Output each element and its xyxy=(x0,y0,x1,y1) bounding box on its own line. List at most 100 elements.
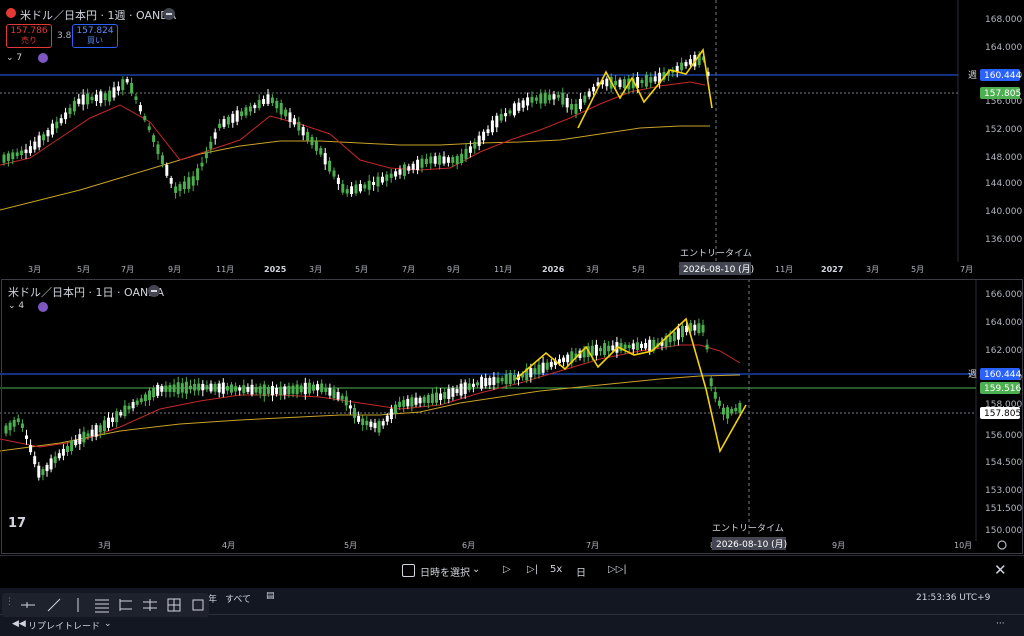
weekly-candle-body xyxy=(345,189,349,194)
pitchfork-icon[interactable] xyxy=(118,597,134,613)
play-icon[interactable]: ▷ xyxy=(503,564,511,575)
buy-price: 157.824 xyxy=(76,26,114,36)
daily-time-tick: 5月 xyxy=(344,541,357,550)
weekly-candle-body xyxy=(248,106,252,112)
weekly-candle-body xyxy=(218,123,222,129)
range-all-button[interactable]: すべて xyxy=(225,592,251,605)
weekly-collapse-button[interactable] xyxy=(163,8,175,20)
daily-candle-body xyxy=(353,408,356,418)
daily-candle-body xyxy=(418,397,422,404)
select-date-button[interactable]: 日時を選択 xyxy=(420,564,470,579)
weekly-candle-body xyxy=(446,157,450,163)
daily-candle-body xyxy=(184,381,188,394)
date-price-range-icon[interactable] xyxy=(166,597,182,613)
daily-candle-body xyxy=(512,375,516,381)
daily-candle-body xyxy=(37,465,41,478)
horizontal-ray-icon[interactable] xyxy=(20,597,36,613)
vertical-line-icon[interactable] xyxy=(70,597,86,613)
rewind-icon[interactable]: ◀◀ xyxy=(12,619,26,629)
daily-candle-body xyxy=(726,407,730,419)
rectangle-icon[interactable] xyxy=(190,597,206,613)
close-icon[interactable]: ✕ xyxy=(994,561,1007,579)
weekly-time-tick: 7月 xyxy=(402,265,415,274)
weekly-candle-body xyxy=(94,94,98,102)
weekly-price-axis: 168.000164.000160.000156.000152.000148.0… xyxy=(985,15,1022,245)
buy-label: 買い xyxy=(87,36,103,45)
daily-candle-body xyxy=(4,425,8,434)
drag-handle-icon[interactable]: ⋮ xyxy=(5,597,21,613)
weekly-candle-body xyxy=(174,186,178,193)
weekly-candle-body xyxy=(112,87,116,98)
weekly-symbol-title[interactable]: 米ドル／日本円 · 1週 · OANDA xyxy=(20,7,176,23)
sync-icon[interactable] xyxy=(38,302,48,312)
daily-time-tick: 3月 xyxy=(98,541,111,550)
daily-indicators-toggle[interactable]: ⌄ 4 xyxy=(8,301,24,311)
weekly-candle-body xyxy=(455,156,459,164)
clock-display[interactable]: 21:53:36 UTC+9 xyxy=(916,593,990,603)
daily-candle-body xyxy=(562,357,566,363)
weekly-price-tick: 144.000 xyxy=(985,179,1022,189)
weekly-candle-body xyxy=(332,170,336,177)
jump-to-realtime-icon[interactable]: ▷▷| xyxy=(608,564,627,575)
calendar-icon[interactable] xyxy=(402,564,415,577)
weekly-time-tick: 7月 xyxy=(121,265,134,274)
trend-line-icon[interactable] xyxy=(46,597,62,613)
daily-symbol-title[interactable]: 米ドル／日本円 · 1日 · OANDA xyxy=(8,284,164,300)
weekly-candle-body xyxy=(152,135,156,143)
speed-button[interactable]: 5x xyxy=(550,564,562,575)
daily-candle-body xyxy=(504,374,508,384)
weekly-entry-date: 2026-08-10 (月) xyxy=(683,264,754,275)
daily-candle-body xyxy=(12,420,16,427)
weekly-candle-body xyxy=(297,121,301,131)
weekly-candle-body xyxy=(72,100,76,112)
weekly-candle-body xyxy=(319,148,323,155)
weekly-candle-body xyxy=(543,92,547,104)
daily-candle-body xyxy=(25,435,28,439)
weekly-candle-body xyxy=(187,177,191,189)
daily-candle-body xyxy=(611,345,615,351)
weekly-candle-body xyxy=(130,82,134,94)
weekly-chart-pane[interactable]: 168.000164.000160.000156.000152.000148.0… xyxy=(0,0,1024,278)
interval-button[interactable]: 日 xyxy=(576,564,586,579)
daily-candle-body xyxy=(697,323,701,334)
daily-candle-body xyxy=(701,324,705,333)
daily-chart-pane[interactable]: 166.000164.000162.000160.000158.000156.0… xyxy=(0,279,1024,554)
weekly-candle-body xyxy=(68,108,72,114)
buy-button[interactable]: 157.824 買い xyxy=(72,24,118,48)
weekly-candle-body xyxy=(33,141,37,150)
daily-candle-body xyxy=(340,395,344,400)
weekly-time-tick: 3月 xyxy=(586,265,599,274)
daily-collapse-button[interactable] xyxy=(148,285,160,297)
daily-candle-body xyxy=(131,402,135,409)
step-forward-icon[interactable]: ▷| xyxy=(527,564,538,575)
weekly-candle-body xyxy=(534,97,538,101)
go-to-date-icon[interactable]: ▤ xyxy=(266,591,275,601)
fib-retracement-icon[interactable] xyxy=(94,597,110,613)
replay-trade-dots[interactable]: ··· xyxy=(996,619,1005,629)
weekly-candle-body xyxy=(473,141,477,149)
daily-candle-body xyxy=(599,348,602,352)
chevron-down-icon[interactable]: ⌄ xyxy=(472,564,480,575)
sell-button[interactable]: 157.786 売り xyxy=(6,24,52,48)
range-year-button[interactable]: 年 xyxy=(208,592,217,605)
weekly-indicators-toggle[interactable]: ⌄ 7 xyxy=(6,53,22,63)
daily-chart-canvas[interactable]: 166.000164.000162.000160.000158.000156.0… xyxy=(0,279,1024,554)
weekly-chart-canvas[interactable]: 168.000164.000160.000156.000152.000148.0… xyxy=(0,0,1024,278)
daily-candle-body xyxy=(369,421,373,427)
daily-candle-body xyxy=(197,383,201,391)
chevron-down-icon[interactable]: ⌄ xyxy=(104,619,112,629)
daily-price-tick: 151.500 xyxy=(985,504,1022,514)
weekly-candle-body xyxy=(55,121,59,129)
daily-candle-body xyxy=(648,339,652,352)
weekly-candle-body xyxy=(416,159,420,171)
daily-candle-body xyxy=(328,387,332,396)
daily-candle-body xyxy=(676,328,680,340)
parallel-channel-icon[interactable] xyxy=(142,597,158,613)
weekly-candle-body xyxy=(482,131,486,141)
weekly-candle-body xyxy=(169,178,173,184)
weekly-candle-body xyxy=(565,98,569,108)
replay-control-bar: 日時を選択 ⌄ ▷ ▷| 5x 日 ▷▷| ✕ xyxy=(0,555,1024,586)
daily-candle-body xyxy=(467,383,471,391)
replay-trade-button[interactable]: リプレイトレード xyxy=(28,619,100,632)
sync-icon[interactable] xyxy=(38,53,48,63)
